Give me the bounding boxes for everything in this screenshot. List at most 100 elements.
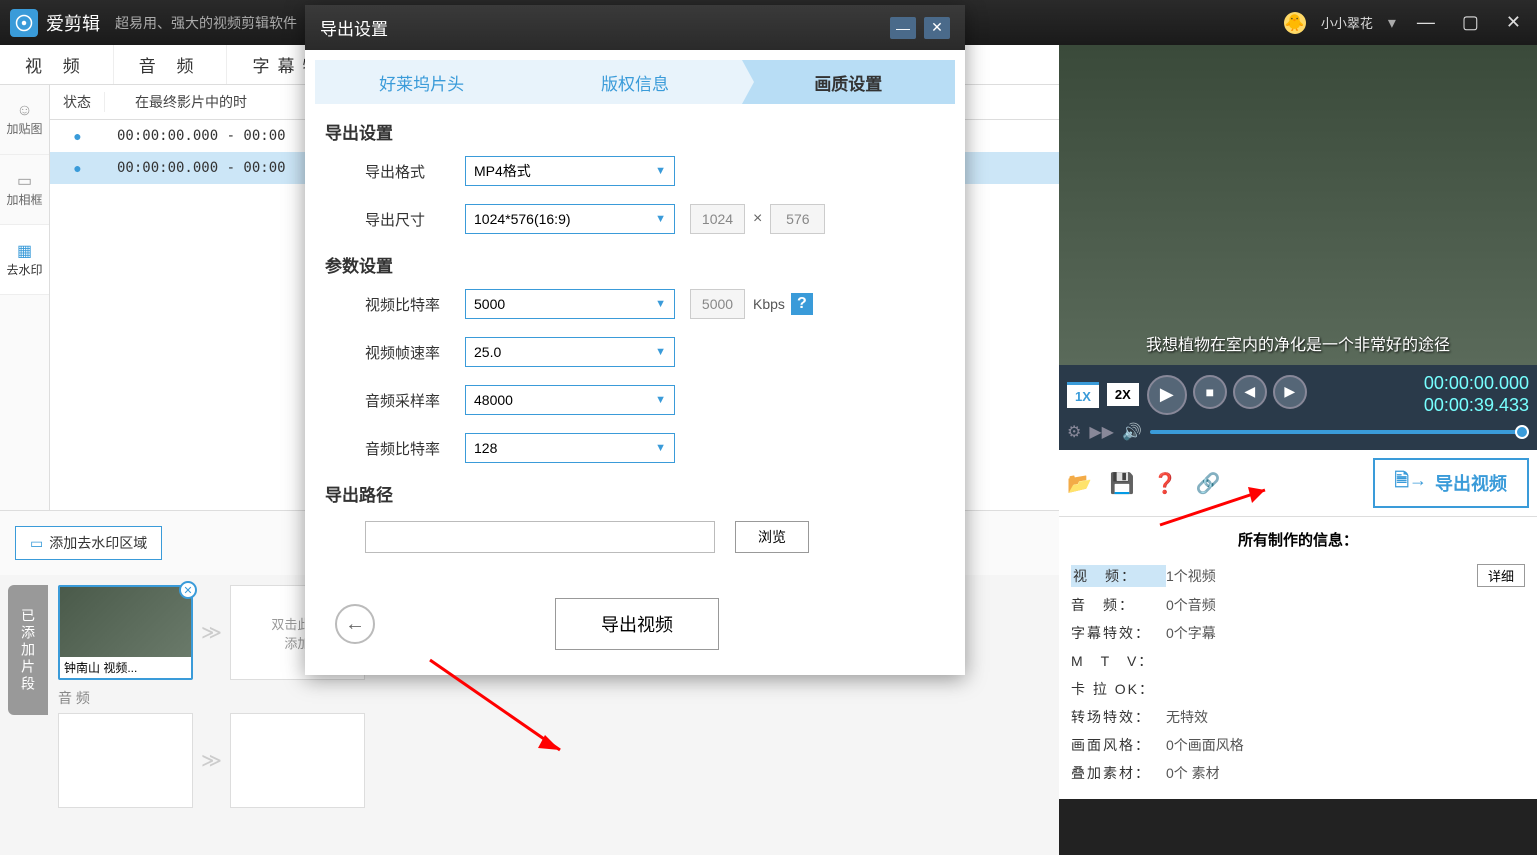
dashed-rect-icon: ▭ <box>30 535 43 552</box>
section-export-settings: 导出设置 <box>325 119 945 144</box>
share-icon[interactable]: 🔗 <box>1196 471 1221 496</box>
info-value: 无特效 <box>1166 707 1208 727</box>
arrow-separator-icon: ≫ <box>201 748 222 773</box>
info-row: 叠加素材：0个 素材 <box>1071 759 1525 787</box>
asample-select[interactable]: 48000▼ <box>465 385 675 415</box>
app-name: 爱剪辑 <box>46 10 100 36</box>
caret-down-icon: ▼ <box>655 346 666 358</box>
status-dot-icon: ● <box>50 128 105 144</box>
x-separator: × <box>753 210 762 228</box>
export-video-button[interactable]: 🗎→ 导出视频 <box>1373 458 1529 508</box>
side-tool-frame[interactable]: ▭ 加相框 <box>0 155 49 225</box>
info-row: 视 频：1个视频详细 <box>1071 560 1525 591</box>
info-value: 0个音频 <box>1166 595 1216 615</box>
info-label: 画面风格： <box>1071 735 1166 755</box>
size-label: 导出尺寸 <box>365 209 465 230</box>
next-frame-button[interactable]: ▶ <box>1273 375 1307 409</box>
preview-video[interactable]: 我想植物在室内的净化是一个非常好的途径 <box>1059 45 1537 365</box>
vbitrate-input[interactable] <box>690 289 745 319</box>
size-select[interactable]: 1024*576(16:9)▼ <box>465 204 675 234</box>
audio-slot[interactable] <box>58 713 193 808</box>
caret-down-icon: ▼ <box>655 298 666 310</box>
format-label: 导出格式 <box>365 161 465 182</box>
maximize-button[interactable]: ▢ <box>1456 10 1485 35</box>
jog-wheel-icon[interactable]: ⚙ <box>1067 422 1081 442</box>
user-name[interactable]: 小小翠花 <box>1321 13 1373 32</box>
side-tool-sticker[interactable]: ☺ 加贴图 <box>0 85 49 155</box>
vbitrate-select[interactable]: 5000▼ <box>465 289 675 319</box>
timeline-tab-added[interactable]: 已添加片段 <box>8 585 48 715</box>
help-button[interactable]: ? <box>791 293 813 315</box>
help-icon[interactable]: ❓ <box>1153 471 1178 496</box>
speed-2x-button[interactable]: 2X <box>1107 383 1139 406</box>
fps-label: 视频帧速率 <box>365 342 465 363</box>
export-dialog: 导出设置 — ✕ 好莱坞片头 版权信息 画质设置 导出设置 导出格式 MP4格式… <box>305 5 965 675</box>
add-watermark-region-button[interactable]: ▭ 添加去水印区域 <box>15 526 162 560</box>
close-button[interactable]: ✕ <box>1500 10 1527 35</box>
user-avatar-icon[interactable]: 🐥 <box>1284 12 1306 34</box>
info-value: 0个字幕 <box>1166 623 1216 643</box>
clip-header-status: 状态 <box>50 92 105 112</box>
fps-select[interactable]: 25.0▼ <box>465 337 675 367</box>
app-slogan: 超易用、强大的视频剪辑软件 <box>115 13 297 33</box>
time-display: 00:00:00.000 00:00:39.433 <box>1424 373 1529 416</box>
volume-slider[interactable] <box>1150 430 1529 434</box>
vbitrate-unit: Kbps <box>753 296 785 312</box>
step-quality[interactable]: 画质设置 <box>742 60 955 104</box>
audio-slot[interactable] <box>230 713 365 808</box>
volume-icon[interactable]: 🔊 <box>1122 422 1142 442</box>
info-row: 转场特效：无特效 <box>1071 703 1525 731</box>
clip-time: 00:00:00.000 - 00:00 <box>105 160 286 176</box>
side-tools: ☺ 加贴图 ▭ 加相框 ▦ 去水印 <box>0 85 50 510</box>
clip-thumb-image <box>60 587 191 657</box>
back-button[interactable]: ← <box>335 604 375 644</box>
volume-thumb[interactable] <box>1515 425 1529 439</box>
section-path: 导出路径 <box>325 481 945 506</box>
abitrate-label: 音频比特率 <box>365 438 465 459</box>
speed-1x-button[interactable]: 1X <box>1067 382 1099 408</box>
clip-header-time: 在最终影片中的时 <box>105 92 247 112</box>
info-label: 字幕特效： <box>1071 623 1166 643</box>
save-icon[interactable]: 💾 <box>1110 471 1135 496</box>
side-tool-watermark[interactable]: ▦ 去水印 <box>0 225 49 295</box>
caret-down-icon: ▼ <box>655 442 666 454</box>
open-folder-icon[interactable]: 📂 <box>1067 471 1092 496</box>
fast-forward-icon[interactable]: ▶▶ <box>1089 422 1114 442</box>
time-total: 00:00:39.433 <box>1424 395 1529 417</box>
info-label: 转场特效： <box>1071 707 1166 727</box>
info-label: 叠加素材： <box>1071 763 1166 783</box>
clip-remove-button[interactable]: ✕ <box>179 581 197 599</box>
dialog-close-button[interactable]: ✕ <box>924 17 950 39</box>
abitrate-select[interactable]: 128▼ <box>465 433 675 463</box>
play-button[interactable]: ▶ <box>1147 375 1187 415</box>
dialog-title: 导出设置 <box>320 15 388 40</box>
export-path-input[interactable] <box>365 521 715 553</box>
width-input[interactable] <box>690 204 745 234</box>
app-logo-icon <box>10 9 38 37</box>
format-select[interactable]: MP4格式▼ <box>465 156 675 186</box>
prev-frame-button[interactable]: ◀ <box>1233 375 1267 409</box>
tab-video[interactable]: 视 频 <box>0 45 114 84</box>
caret-down-icon: ▼ <box>655 213 666 225</box>
info-value: 0个画面风格 <box>1166 735 1244 755</box>
dialog-minimize-button[interactable]: — <box>890 17 916 39</box>
clip-time: 00:00:00.000 - 00:00 <box>105 128 286 144</box>
tab-audio[interactable]: 音 频 <box>114 45 228 84</box>
stop-button[interactable]: ■ <box>1193 375 1227 409</box>
clip-thumbnail[interactable]: ✕ 钟南山 视频... <box>58 585 193 680</box>
preview-subtitle: 我想植物在室内的净化是一个非常好的途径 <box>1059 331 1537 355</box>
minimize-button[interactable]: — <box>1411 10 1441 35</box>
info-row: 音 频：0个音频 <box>1071 591 1525 619</box>
height-input[interactable] <box>770 204 825 234</box>
browse-button[interactable]: 浏览 <box>735 521 809 553</box>
asample-label: 音频采样率 <box>365 390 465 411</box>
dialog-export-button[interactable]: 导出视频 <box>555 598 719 650</box>
detail-button[interactable]: 详细 <box>1477 564 1525 587</box>
info-row: 卡 拉 OK： <box>1071 675 1525 703</box>
step-copyright[interactable]: 版权信息 <box>528 60 741 104</box>
step-hollywood[interactable]: 好莱坞片头 <box>315 60 528 104</box>
watermark-icon: ▦ <box>17 241 32 261</box>
caret-down-icon: ▼ <box>655 165 666 177</box>
user-dropdown-caret[interactable]: ▾ <box>1388 13 1396 33</box>
time-current: 00:00:00.000 <box>1424 373 1529 395</box>
